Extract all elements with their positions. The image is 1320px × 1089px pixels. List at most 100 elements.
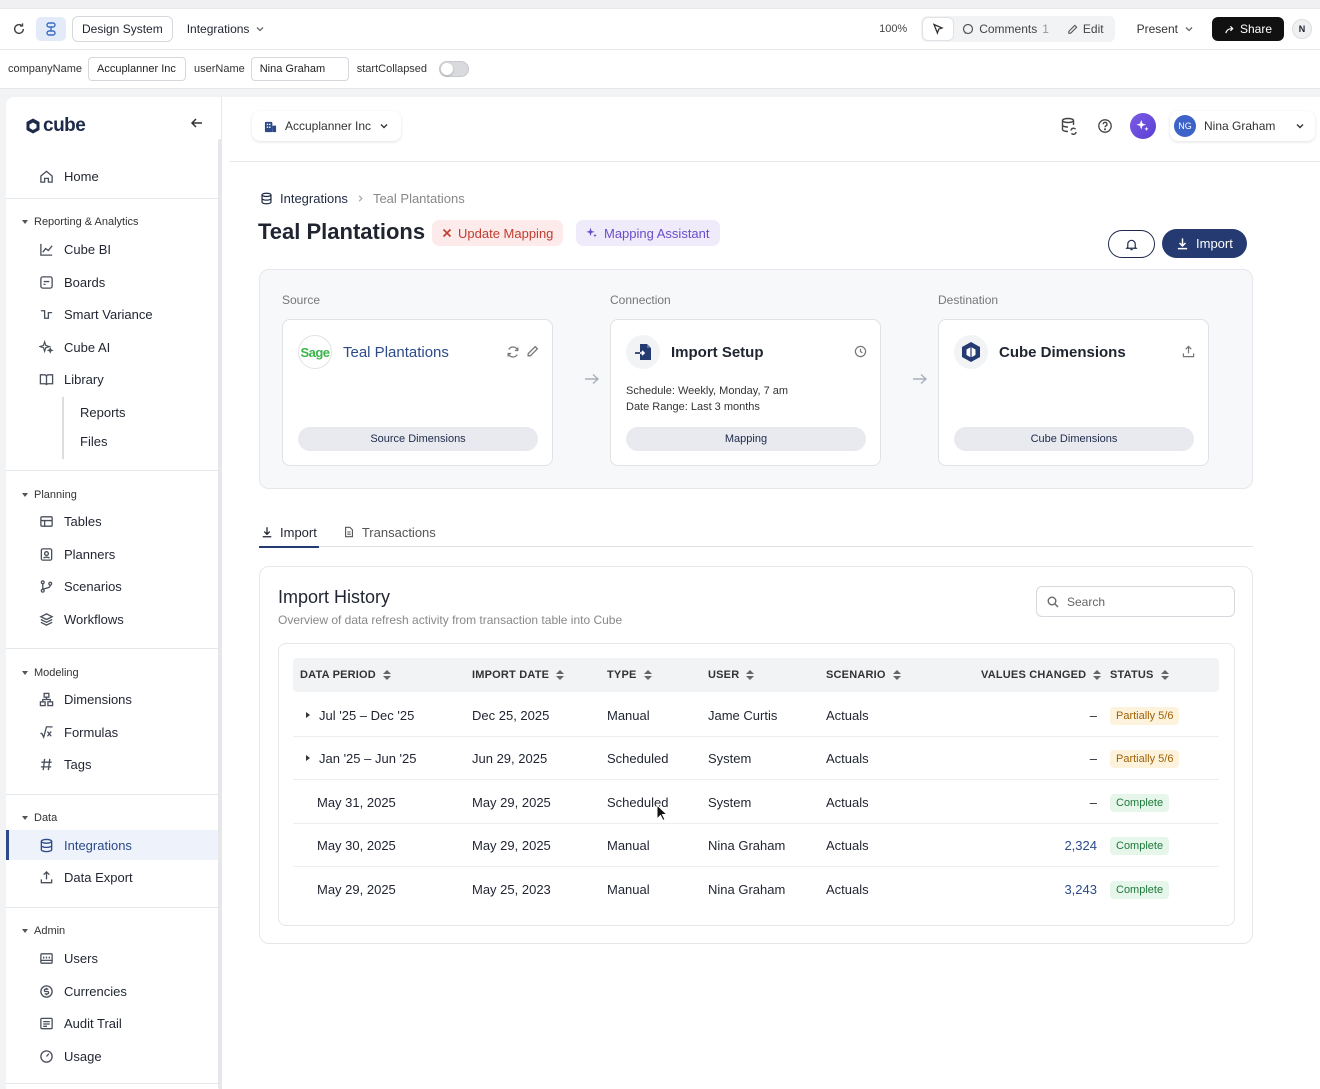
mapping-assistant-button[interactable]: Mapping Assistant xyxy=(576,220,720,246)
sidebar-item-tags[interactable]: Tags xyxy=(6,749,218,779)
group-reporting-analytics[interactable]: Reporting & Analytics xyxy=(22,216,139,228)
notifications-button[interactable] xyxy=(1108,230,1155,258)
source-title[interactable]: Teal Plantations xyxy=(343,344,449,361)
user-menu[interactable]: NG Nina Graham xyxy=(1170,111,1316,141)
sidebar-item-cube-bi[interactable]: Cube BI xyxy=(6,234,218,264)
sidebar-item-currencies[interactable]: Currencies xyxy=(6,976,218,1006)
sidebar-item-planners[interactable]: Planners xyxy=(6,539,218,569)
cell-data-period: May 30, 2025 xyxy=(317,838,396,853)
gauge-icon xyxy=(38,1048,54,1064)
column-header-scenario[interactable]: SCENARIO xyxy=(826,669,901,681)
tab-import[interactable]: Import xyxy=(259,517,319,548)
sidebar-item-reports[interactable]: Reports xyxy=(80,405,126,420)
edit-mode-button[interactable]: Edit xyxy=(1058,18,1113,40)
sync-icon[interactable] xyxy=(506,345,520,359)
destination-card: Cube Dimensions Cube Dimensions xyxy=(938,319,1209,466)
sidebar-item-audit-trail[interactable]: Audit Trail xyxy=(6,1008,218,1038)
breadcrumb-current: Teal Plantations xyxy=(372,191,465,206)
comments-mode-button[interactable]: Comments 1 xyxy=(953,18,1058,40)
sidebar-item-files[interactable]: Files xyxy=(80,434,107,449)
search-input[interactable]: Search xyxy=(1036,586,1235,617)
refresh-icon[interactable] xyxy=(8,18,30,40)
sidebar-item-tables[interactable]: Tables xyxy=(6,506,218,536)
group-admin[interactable]: Admin xyxy=(22,925,65,937)
update-mapping-button[interactable]: Update Mapping xyxy=(432,220,564,246)
sidebar-item-users[interactable]: Users xyxy=(6,943,218,973)
sidebar-item-boards[interactable]: Boards xyxy=(6,267,218,297)
table-row[interactable]: May 30, 2025 May 29, 2025 Manual Nina Gr… xyxy=(293,824,1219,867)
select-mode-button[interactable] xyxy=(923,18,954,40)
sidebar-item-integrations[interactable]: Integrations xyxy=(6,830,218,860)
upload-icon[interactable] xyxy=(1182,345,1195,358)
sidebar-item-usage[interactable]: Usage xyxy=(6,1041,218,1071)
sidebar-item-dimensions[interactable]: Dimensions xyxy=(6,684,218,714)
company-name-input[interactable]: Accuplanner Inc xyxy=(87,57,186,81)
share-button[interactable]: Share xyxy=(1211,17,1284,41)
components-icon[interactable] xyxy=(36,17,66,41)
table-row[interactable]: Jul '25 – Dec '25 Dec 25, 2025 Manual Ja… xyxy=(293,694,1219,737)
sidebar-divider xyxy=(6,648,218,649)
expand-caret-icon[interactable] xyxy=(306,712,310,718)
sidebar-item-cube-ai[interactable]: Cube AI xyxy=(6,332,218,362)
user-name-input[interactable]: Nina Graham xyxy=(250,57,349,81)
column-header-values-changed[interactable]: VALUES CHANGED xyxy=(981,669,1102,681)
tab-transactions[interactable]: Transactions xyxy=(341,517,438,547)
database-sync-icon[interactable] xyxy=(1058,115,1080,137)
cell-scenario: Actuals xyxy=(826,751,869,766)
cube-dimensions-button[interactable]: Cube Dimensions xyxy=(954,427,1194,451)
expand-caret-icon[interactable] xyxy=(306,755,310,761)
status-badge: Complete xyxy=(1110,837,1170,855)
sidebar-item-library[interactable]: Library xyxy=(6,364,218,394)
sidebar-scrollbar[interactable] xyxy=(218,139,222,1089)
page-dropdown[interactable]: Integrations xyxy=(187,22,266,36)
editor-avatar[interactable]: N xyxy=(1292,19,1312,39)
tab-label: Transactions xyxy=(361,524,436,540)
table-row[interactable]: May 31, 2025 May 29, 2025 Scheduled Syst… xyxy=(293,781,1219,824)
import-button[interactable]: Import xyxy=(1162,229,1247,258)
sparkles-icon xyxy=(586,227,597,238)
cursor-icon xyxy=(933,23,944,35)
group-label: Reporting & Analytics xyxy=(34,216,139,228)
schedule-label: Schedule: xyxy=(626,385,675,397)
sidebar-item-smart-variance[interactable]: Smart Variance xyxy=(6,299,218,329)
mapping-button[interactable]: Mapping xyxy=(626,427,866,451)
project-button[interactable]: Design System xyxy=(72,16,173,42)
present-dropdown[interactable]: Present xyxy=(1137,22,1194,36)
column-header-status[interactable]: STATUS xyxy=(1110,669,1169,681)
table-row[interactable]: Jan '25 – Jun '25 Jun 29, 2025 Scheduled… xyxy=(293,737,1219,780)
tab-label: Import xyxy=(280,524,317,540)
window-top-strip xyxy=(0,0,1320,8)
cell-scenario: Actuals xyxy=(826,795,869,810)
clock-icon[interactable] xyxy=(854,345,867,358)
help-icon[interactable] xyxy=(1094,115,1116,137)
breadcrumb-integrations[interactable]: Integrations xyxy=(260,191,348,206)
pencil-icon[interactable] xyxy=(526,345,539,358)
cell-user: System xyxy=(708,751,752,766)
app-frame: cube Home Reporting & Analytics Cube BI … xyxy=(6,97,1320,1089)
sidebar-item-workflows[interactable]: Workflows xyxy=(6,604,218,634)
cell-values-changed-link[interactable]: 3,243 xyxy=(997,882,1097,897)
table-row[interactable]: May 29, 2025 May 25, 2023 Manual Nina Gr… xyxy=(293,868,1219,911)
group-modeling[interactable]: Modeling xyxy=(22,667,79,679)
company-switcher[interactable]: Accuplanner Inc xyxy=(252,111,402,141)
source-dimensions-button[interactable]: Source Dimensions xyxy=(298,427,538,451)
collapse-sidebar-button[interactable] xyxy=(190,116,204,130)
group-planning[interactable]: Planning xyxy=(22,489,77,501)
header-actions: NG Nina Graham xyxy=(1058,111,1316,141)
column-header-data-period[interactable]: DATA PERIOD xyxy=(300,669,391,681)
group-data[interactable]: Data xyxy=(22,812,57,824)
column-header-user[interactable]: USER xyxy=(708,669,755,681)
page-dropdown-label: Integrations xyxy=(186,22,250,36)
cell-values-changed-link[interactable]: 2,324 xyxy=(997,838,1097,853)
column-header-import-date[interactable]: IMPORT DATE xyxy=(472,669,565,681)
start-collapsed-toggle[interactable] xyxy=(439,61,470,77)
zoom-level[interactable]: 100% xyxy=(879,23,907,35)
ai-assistant-icon[interactable] xyxy=(1130,113,1156,139)
import-history-card: Import History Overview of data refresh … xyxy=(259,566,1253,944)
sidebar-item-formulas[interactable]: Formulas xyxy=(6,717,218,747)
cube-logo[interactable]: cube xyxy=(26,115,86,137)
sidebar-item-scenarios[interactable]: Scenarios xyxy=(6,571,218,601)
sidebar-item-home[interactable]: Home xyxy=(6,161,218,191)
sidebar-item-data-export[interactable]: Data Export xyxy=(6,862,218,892)
column-header-type[interactable]: TYPE xyxy=(607,669,652,681)
